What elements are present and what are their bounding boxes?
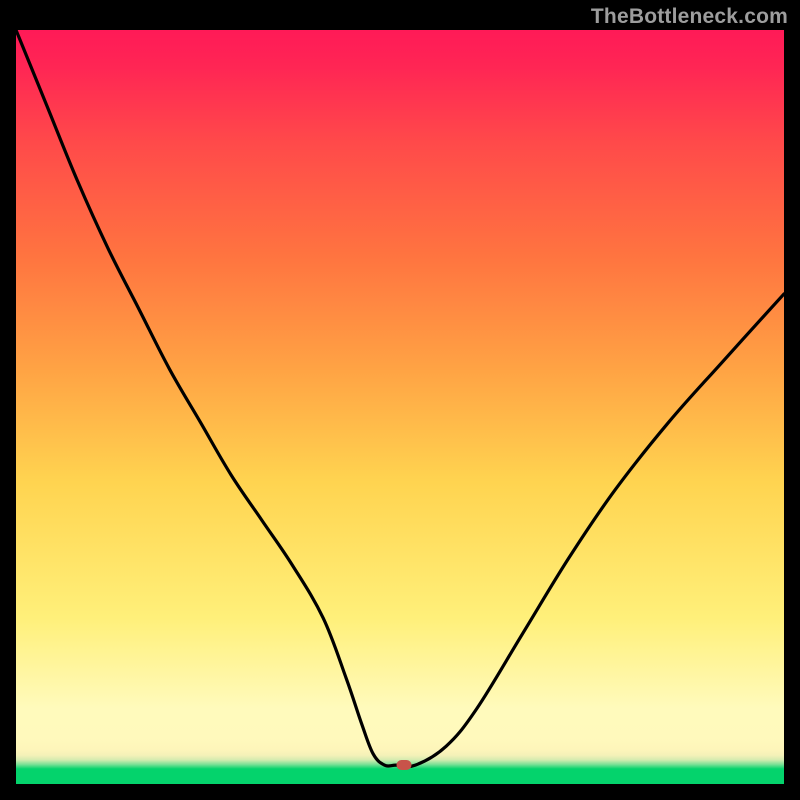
bottleneck-curve bbox=[16, 30, 784, 767]
plot-area bbox=[16, 30, 784, 784]
chart-frame: TheBottleneck.com bbox=[0, 0, 800, 800]
current-point-marker bbox=[396, 760, 411, 770]
curve-svg bbox=[16, 30, 784, 784]
watermark-text: TheBottleneck.com bbox=[591, 5, 788, 29]
